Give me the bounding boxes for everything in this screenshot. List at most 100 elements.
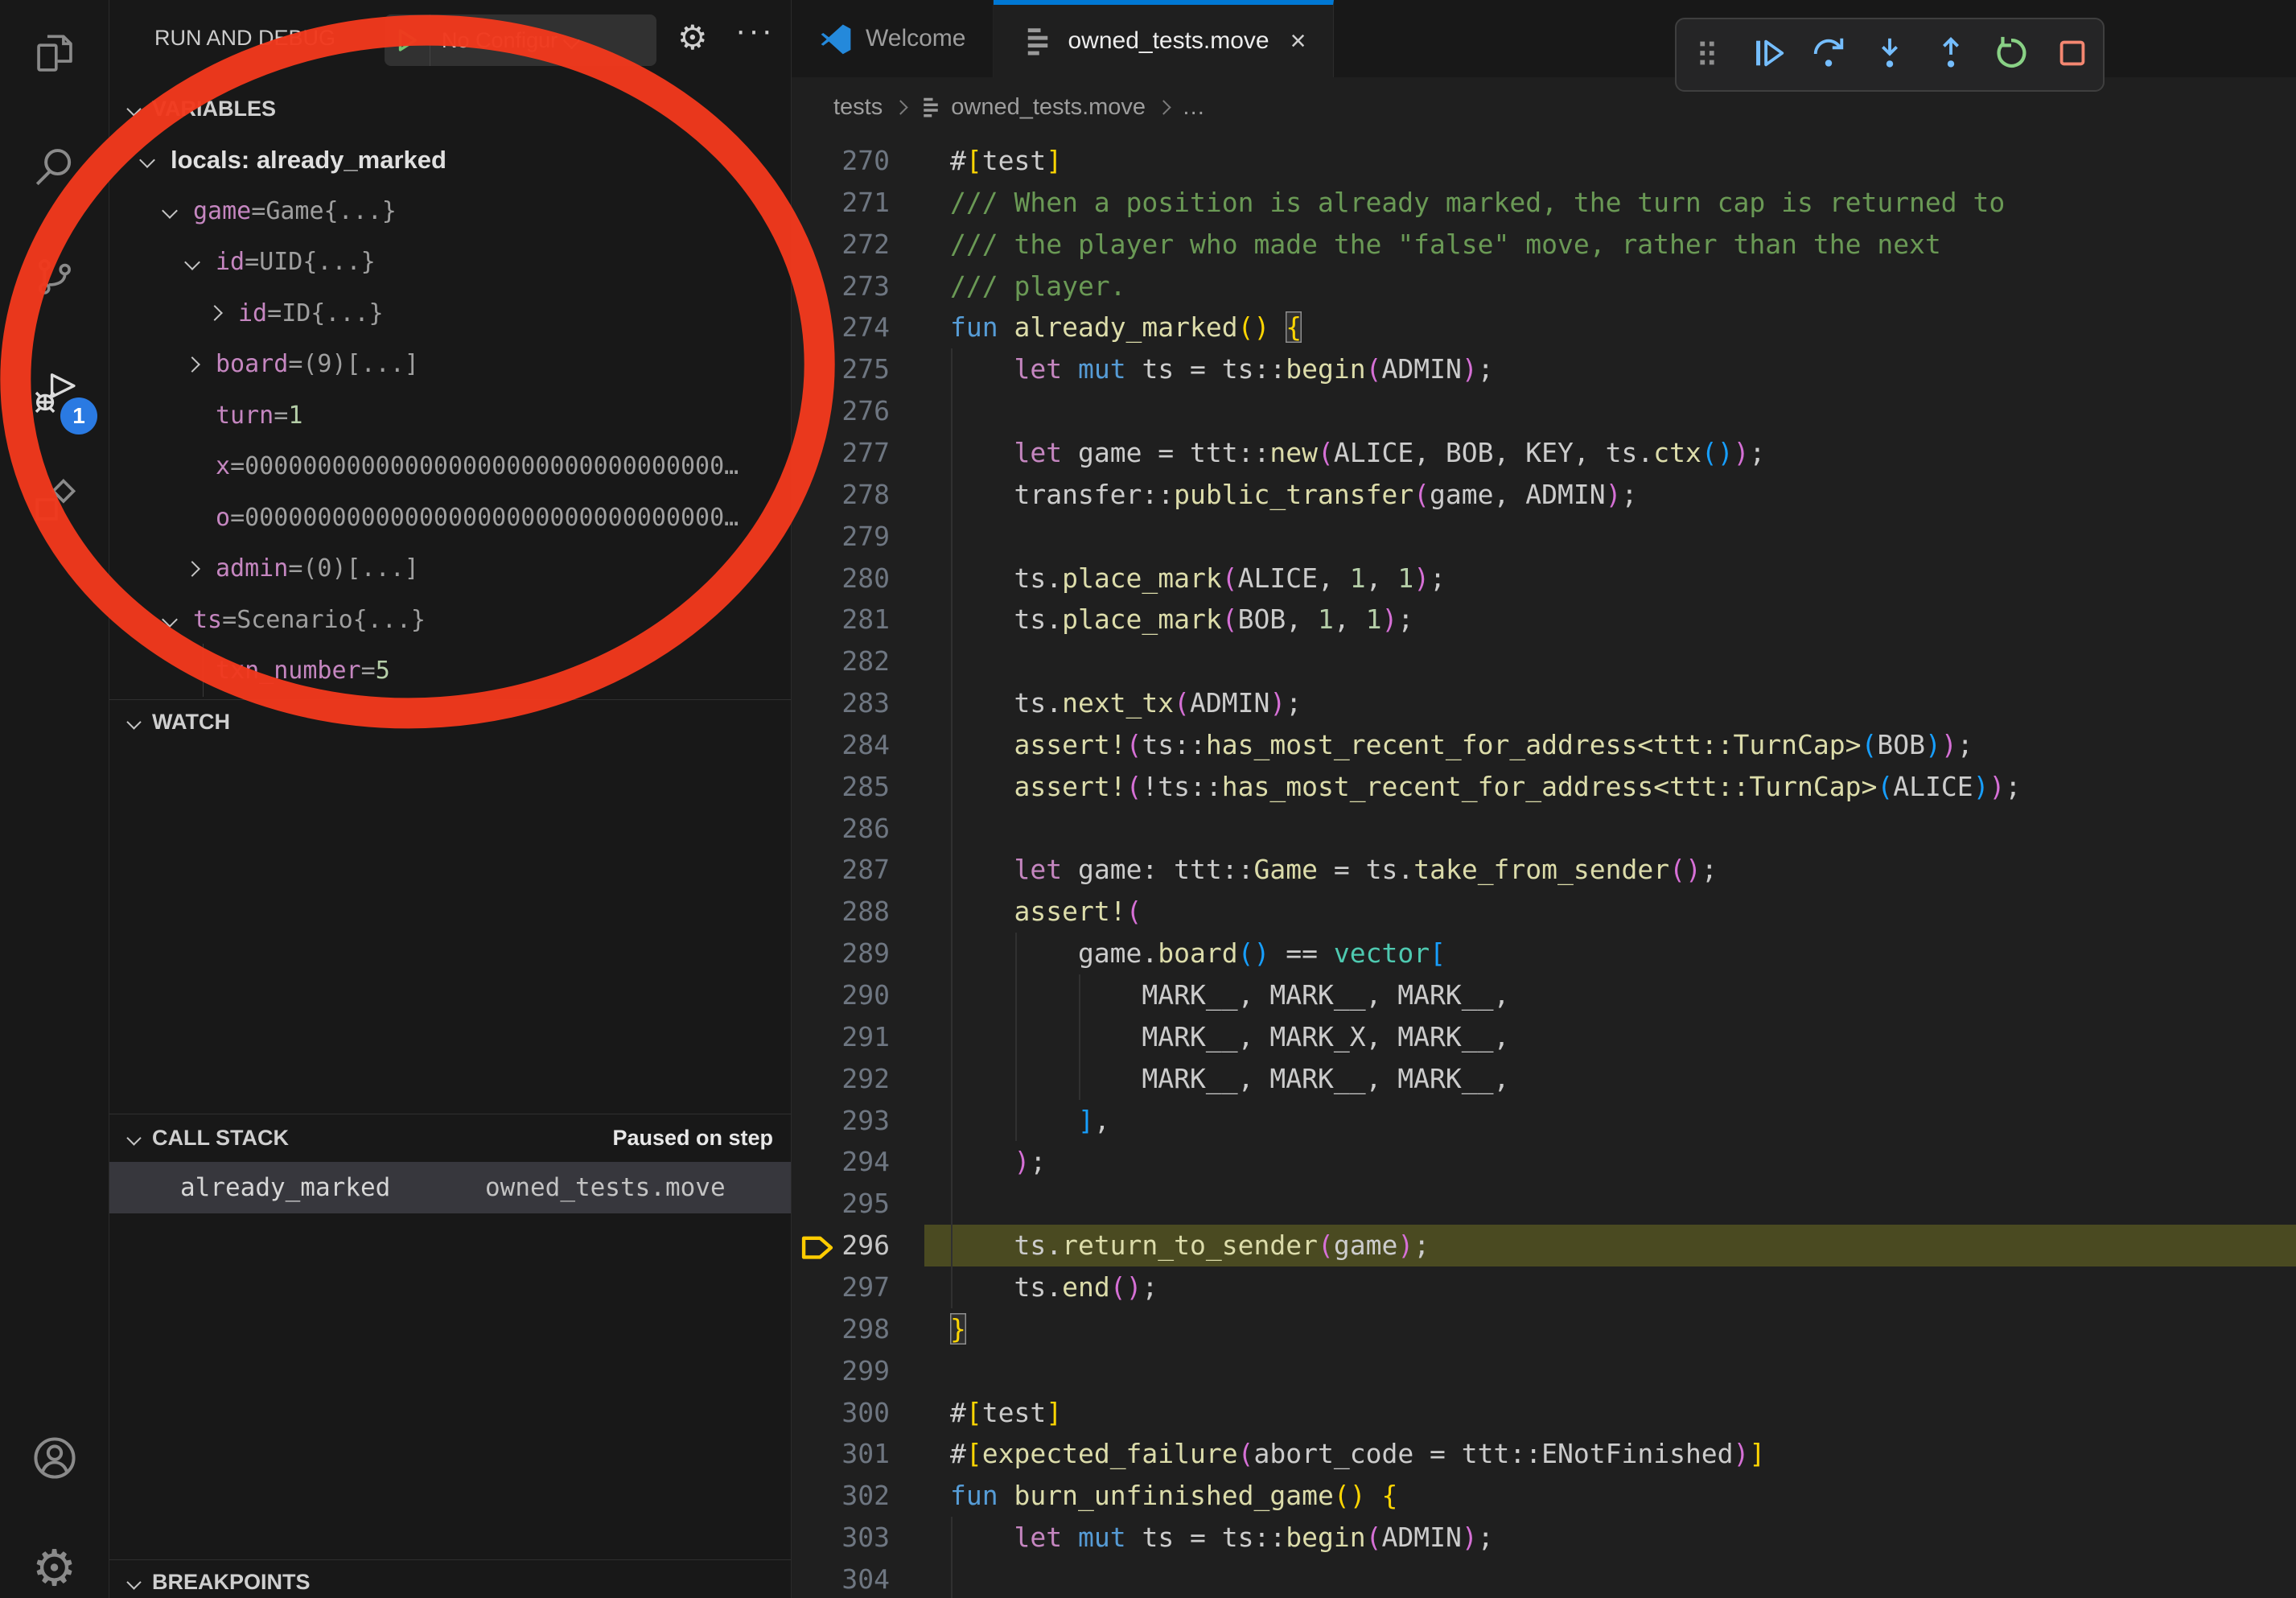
line-number[interactable]: 282 [792, 640, 890, 682]
call-stack-frame[interactable]: already_markedowned_tests.move [109, 1162, 791, 1213]
start-debug-icon[interactable] [385, 14, 430, 66]
code-text[interactable]: let game = ttt::new(ALICE, BOB, KEY, ts.… [950, 432, 1765, 474]
activity-item-extensions[interactable] [0, 456, 109, 550]
step-into-button[interactable] [1866, 28, 1914, 81]
variable-row-id[interactable]: id = UID{...} [109, 237, 868, 287]
code-text[interactable]: transfer::public_transfer(game, ADMIN); [950, 474, 1637, 516]
line-number[interactable]: 279 [792, 516, 890, 558]
line-number[interactable]: 297 [792, 1266, 890, 1308]
step-out-button[interactable] [1927, 28, 1975, 81]
code-text[interactable]: ts.end(); [950, 1266, 1158, 1308]
code-text[interactable]: ts.return_to_sender(game); [950, 1225, 1430, 1266]
line-number[interactable]: 273 [792, 266, 890, 307]
chevron-down-icon[interactable] [164, 614, 193, 625]
code-text[interactable]: fun burn_unfinished_game() { [950, 1475, 1397, 1517]
variable-row-admin[interactable]: admin = (0)[...] [109, 543, 868, 594]
code-text[interactable]: #[test] [950, 140, 1062, 182]
variable-row-game[interactable]: game = Game{...} [109, 186, 846, 237]
chevron-right-icon[interactable] [187, 359, 216, 370]
line-number[interactable]: 281 [792, 599, 890, 640]
line-number[interactable]: 272 [792, 224, 890, 266]
variable-row-board[interactable]: board = (9)[...] [109, 339, 868, 389]
line-number[interactable]: 289 [792, 933, 890, 974]
code-text[interactable]: fun already_marked() { [950, 307, 1302, 348]
line-number[interactable]: 287 [792, 849, 890, 891]
code-text[interactable]: let mut ts = ts::begin(ADMIN); [950, 348, 1494, 390]
code-text[interactable]: MARK__, MARK_X, MARK__, [950, 1016, 1509, 1058]
line-number[interactable]: 294 [792, 1141, 890, 1183]
line-number[interactable]: 288 [792, 891, 890, 933]
code-text[interactable]: /// player. [950, 266, 1126, 307]
line-number[interactable]: 293 [792, 1100, 890, 1142]
stop-button[interactable] [2048, 28, 2096, 81]
breakpoints-section-header[interactable]: BREAKPOINTS [109, 1562, 791, 1598]
line-number[interactable]: 292 [792, 1058, 890, 1100]
line-number[interactable]: 280 [792, 558, 890, 599]
code-text[interactable]: ts.place_mark(ALICE, 1, 1); [950, 558, 1446, 599]
code-text[interactable]: MARK__, MARK__, MARK__, [950, 1058, 1509, 1100]
step-over-button[interactable] [1804, 28, 1853, 81]
activity-item-explorer[interactable] [0, 9, 109, 102]
line-number[interactable]: 302 [792, 1475, 890, 1517]
code-text[interactable]: /// When a position is already marked, t… [950, 182, 2005, 224]
code-text[interactable]: ts.next_tx(ADMIN); [950, 682, 1302, 724]
line-number[interactable]: 271 [792, 182, 890, 224]
line-number[interactable]: 290 [792, 974, 890, 1016]
line-number[interactable]: 275 [792, 348, 890, 390]
line-number[interactable]: 299 [792, 1350, 890, 1392]
activity-item-search[interactable] [0, 121, 109, 215]
code-text[interactable]: ts.place_mark(BOB, 1, 1); [950, 599, 1413, 640]
line-number[interactable]: 300 [792, 1392, 890, 1434]
code-text[interactable]: assert!(!ts::has_most_recent_for_address… [950, 766, 2021, 808]
activity-item-run-and-debug[interactable]: 1 [0, 348, 109, 441]
code-text[interactable]: ], [950, 1100, 1110, 1142]
variable-row-txn_number[interactable]: txn_number = 5 [109, 645, 868, 696]
drag-handle-button[interactable] [1683, 28, 1731, 81]
line-number[interactable]: 291 [792, 1016, 890, 1058]
line-number[interactable]: 301 [792, 1433, 890, 1475]
line-number[interactable]: 285 [792, 766, 890, 808]
code-text[interactable]: MARK__, MARK__, MARK__, [950, 974, 1509, 1016]
line-number[interactable]: 278 [792, 474, 890, 516]
line-number[interactable]: 270 [792, 140, 890, 182]
code-text[interactable]: #[expected_failure(abort_code = ttt::ENo… [950, 1433, 1765, 1475]
scope-row-locals-already-marked[interactable]: locals: already_marked [109, 134, 823, 185]
call-stack-section-header[interactable]: CALL STACK Paused on step [109, 1118, 791, 1158]
code-text[interactable]: assert!( [950, 891, 1142, 933]
gear-icon[interactable]: ⚙ [677, 21, 708, 55]
code-text[interactable]: let game: ttt::Game = ts.take_from_sende… [950, 849, 1718, 891]
continue-button[interactable] [1744, 28, 1792, 81]
restart-button[interactable] [1987, 28, 2035, 81]
line-number[interactable]: 286 [792, 808, 890, 850]
code-text[interactable]: assert!(ts::has_most_recent_for_address<… [950, 724, 1973, 766]
chevron-down-icon[interactable] [187, 257, 216, 268]
variable-row-turn[interactable]: turn = 1 [109, 390, 868, 441]
variables-section-header[interactable]: VARIABLES [109, 89, 791, 129]
line-number[interactable]: 277 [792, 432, 890, 474]
code-text[interactable]: } [950, 1308, 966, 1350]
chevron-right-icon[interactable] [209, 307, 238, 319]
line-number[interactable]: 296 [792, 1225, 890, 1266]
variable-row-ts[interactable]: ts = Scenario{...} [109, 595, 846, 645]
line-number[interactable]: 295 [792, 1183, 890, 1225]
code-text[interactable]: ); [950, 1141, 1046, 1183]
variable-row-o[interactable]: o = 000000000000000000000000000000000… [109, 492, 868, 543]
line-number[interactable]: 274 [792, 307, 890, 348]
activity-item-accounts[interactable] [0, 1413, 109, 1506]
code-text[interactable]: game.board() == vector[ [950, 933, 1446, 974]
code-text[interactable]: let mut ts = ts::begin(ADMIN); [950, 1517, 1494, 1559]
line-number[interactable]: 283 [792, 682, 890, 724]
line-number[interactable]: 298 [792, 1308, 890, 1350]
watch-section-header[interactable]: WATCH [109, 702, 791, 742]
activity-item-settings[interactable]: ⚙ [0, 1522, 109, 1598]
variable-row-x[interactable]: x = 000000000000000000000000000000000… [109, 441, 868, 492]
chevron-right-icon[interactable] [187, 563, 216, 575]
debug-config-dropdown[interactable]: No Configur [385, 14, 656, 66]
line-number[interactable]: 276 [792, 390, 890, 432]
code-text[interactable]: #[test] [950, 1392, 1062, 1434]
activity-item-source-control[interactable] [0, 232, 109, 325]
variable-row-id[interactable]: id = ID{...} [109, 288, 891, 339]
line-number[interactable]: 284 [792, 724, 890, 766]
code-text[interactable]: /// the player who made the "false" move… [950, 224, 1941, 266]
more-actions-icon[interactable]: ··· [735, 13, 775, 49]
